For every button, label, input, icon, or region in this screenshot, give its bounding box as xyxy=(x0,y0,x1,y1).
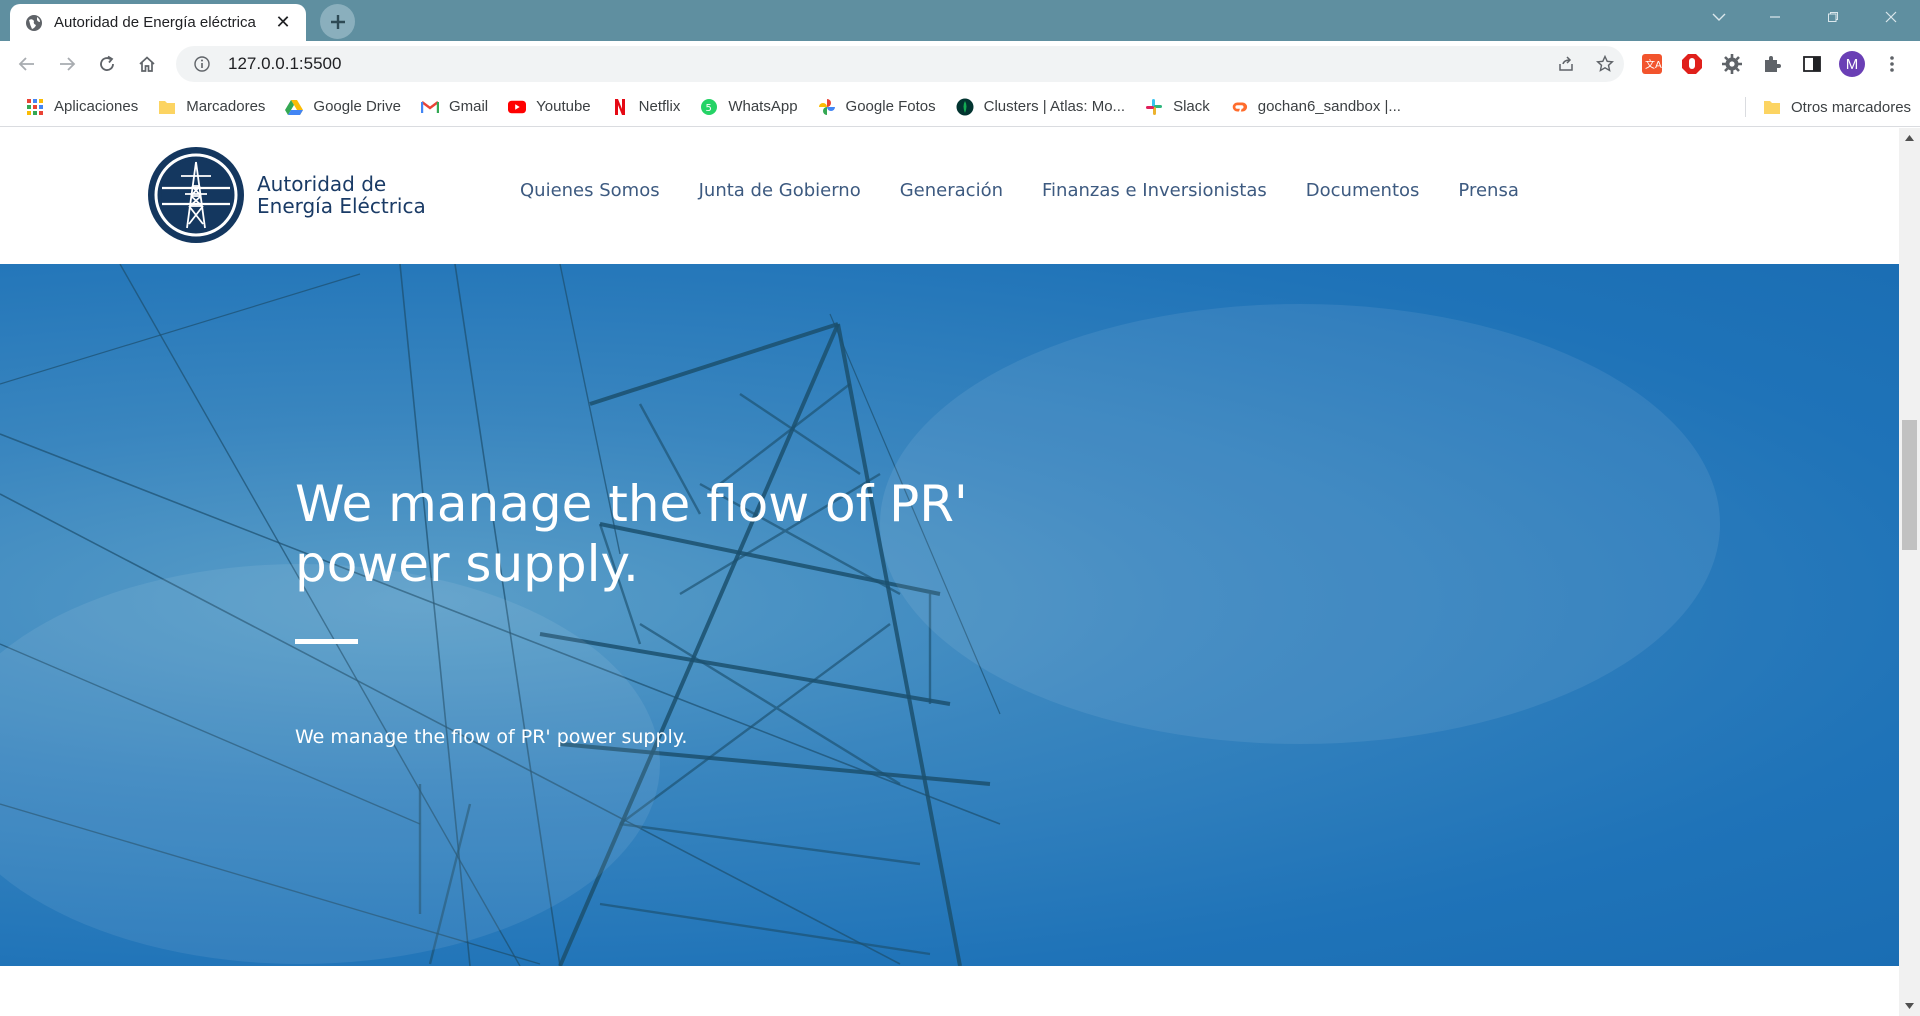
tab-strip: Autoridad de Energía eléctrica ✕ xyxy=(0,0,1920,41)
globe-icon xyxy=(24,13,44,33)
bookmark-slack[interactable]: Slack xyxy=(1137,92,1218,122)
share-icon[interactable] xyxy=(1551,49,1581,79)
hero-banner: We manage the flow of PR' power supply. … xyxy=(0,264,1899,966)
folder-icon xyxy=(1763,98,1781,116)
nav-quienes-somos[interactable]: Quienes Somos xyxy=(520,180,660,201)
nav-junta-de-gobierno[interactable]: Junta de Gobierno xyxy=(699,180,861,201)
site-info-icon[interactable] xyxy=(192,54,212,74)
bookmark-star-icon[interactable] xyxy=(1590,49,1620,79)
bookmarks-separator xyxy=(1745,97,1746,117)
scrollbar-thumb[interactable] xyxy=(1902,420,1917,550)
bookmark-marcadores[interactable]: Marcadores xyxy=(150,92,273,122)
reload-button[interactable] xyxy=(91,48,123,80)
bookmark-clusters-atlas[interactable]: Clusters | Atlas: Mo... xyxy=(948,92,1133,122)
forward-button[interactable] xyxy=(51,48,83,80)
whatsapp-icon: 5 xyxy=(700,98,718,116)
close-icon[interactable]: ✕ xyxy=(272,12,294,34)
nav-documentos[interactable]: Documentos xyxy=(1306,180,1420,201)
gmail-icon xyxy=(420,98,439,116)
hero-divider xyxy=(295,639,358,644)
youtube-icon xyxy=(508,98,527,116)
apps-grid-icon xyxy=(26,98,44,116)
browser-menu-icon[interactable] xyxy=(1877,49,1907,79)
url-text: 127.0.0.1:5500 xyxy=(228,54,342,73)
logo-wordmark: Autoridad de Energía Eléctrica xyxy=(257,173,426,217)
bookmark-aplicaciones[interactable]: Aplicaciones xyxy=(18,92,146,122)
power-tower-logo-icon xyxy=(148,147,244,243)
side-panel-icon[interactable] xyxy=(1797,49,1827,79)
nav-prensa[interactable]: Prensa xyxy=(1458,180,1518,201)
tab-title: Autoridad de Energía eléctrica xyxy=(54,14,256,31)
bookmark-google-fotos[interactable]: Google Fotos xyxy=(810,92,944,122)
hero-subtitle: We manage the flow of PR' power supply. xyxy=(295,726,688,748)
logo-line-1: Autoridad de xyxy=(257,172,387,196)
bookmark-google-drive[interactable]: Google Drive xyxy=(277,92,409,122)
home-icon xyxy=(139,56,155,72)
bookmark-youtube[interactable]: Youtube xyxy=(500,92,599,122)
browser-tab[interactable]: Autoridad de Energía eléctrica ✕ xyxy=(10,4,306,41)
profile-avatar[interactable]: M xyxy=(1837,49,1867,79)
mongodb-icon xyxy=(956,98,974,116)
svg-text:5: 5 xyxy=(706,103,712,114)
plus-icon xyxy=(330,14,345,29)
avatar: M xyxy=(1839,51,1865,77)
cpanel-icon xyxy=(1230,98,1248,116)
settings-gear-extension-icon[interactable] xyxy=(1717,49,1747,79)
extensions-puzzle-icon[interactable] xyxy=(1757,49,1787,79)
back-button[interactable] xyxy=(11,48,43,80)
folder-icon xyxy=(158,98,176,116)
site-header: Autoridad de Energía Eléctrica Quienes S… xyxy=(0,128,1899,264)
hero-title: We manage the flow of PR' power supply. xyxy=(295,475,968,593)
nav-finanzas-e-inversionistas[interactable]: Finanzas e Inversionistas xyxy=(1042,180,1267,201)
window-close-button[interactable] xyxy=(1866,0,1916,33)
tab-search-chevron-icon[interactable] xyxy=(1694,0,1744,33)
home-button[interactable] xyxy=(131,48,163,80)
minimize-button[interactable] xyxy=(1750,0,1800,33)
slack-icon xyxy=(1145,98,1163,116)
adblock-extension-icon[interactable] xyxy=(1677,49,1707,79)
netflix-icon xyxy=(611,98,629,116)
bookmark-netflix[interactable]: Netflix xyxy=(603,92,689,122)
bookmark-gmail[interactable]: Gmail xyxy=(413,92,496,122)
scroll-down-arrow-icon[interactable] xyxy=(1899,996,1920,1016)
transmission-tower-background xyxy=(0,264,1720,966)
bookmark-whatsapp[interactable]: 5 WhatsApp xyxy=(692,92,805,122)
back-icon xyxy=(18,57,34,71)
svg-text:文A: 文A xyxy=(1645,58,1662,71)
scroll-up-arrow-icon[interactable] xyxy=(1899,128,1920,148)
restore-button[interactable] xyxy=(1808,0,1858,33)
nav-generacion[interactable]: Generación xyxy=(900,180,1003,201)
google-drive-icon xyxy=(285,98,304,116)
bookmark-gochan6-sandbox[interactable]: gochan6_sandbox |... xyxy=(1222,92,1409,122)
forward-icon xyxy=(60,57,76,71)
main-nav: Quienes Somos Junta de Gobierno Generaci… xyxy=(520,180,1558,201)
page-viewport: Autoridad de Energía Eléctrica Quienes S… xyxy=(0,128,1899,1016)
logo-line-2: Energía Eléctrica xyxy=(257,194,426,218)
browser-toolbar: 127.0.0.1:5500 文A M xyxy=(0,41,1920,87)
translate-extension-icon[interactable]: 文A xyxy=(1637,49,1667,79)
bookmarks-bar: Aplicaciones Marcadores Google Drive Gma… xyxy=(0,87,1920,127)
page-scrollbar[interactable] xyxy=(1899,128,1920,1016)
bookmark-otros-marcadores[interactable]: Otros marcadores xyxy=(1755,92,1919,122)
reload-icon xyxy=(100,55,114,71)
new-tab-button[interactable] xyxy=(320,4,355,39)
address-bar[interactable]: 127.0.0.1:5500 xyxy=(176,46,1624,82)
site-logo[interactable]: Autoridad de Energía Eléctrica xyxy=(147,146,426,244)
google-photos-icon xyxy=(818,98,836,116)
